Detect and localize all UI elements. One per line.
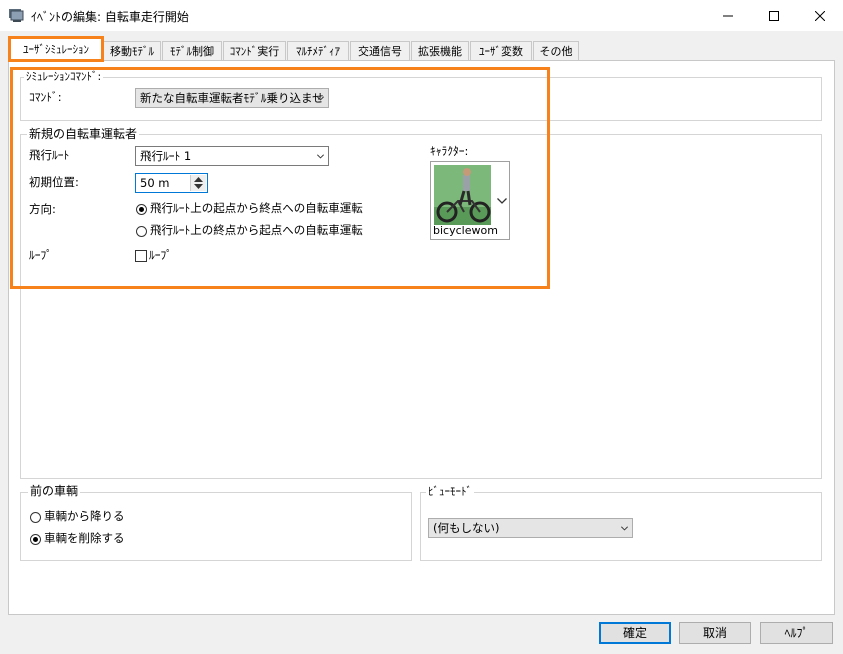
app-icon [9,9,24,22]
tab-movement-model[interactable]: 移動ﾓﾃﾞﾙ [103,41,161,60]
minimize-button[interactable] [705,0,751,31]
tab-command-exec[interactable]: ｺﾏﾝﾄﾞ実行 [223,41,286,60]
view-mode-group-label: ﾋﾞｭｰﾓｰﾄﾞ [426,485,474,498]
tab-multimedia[interactable]: ﾏﾙﾁﾒﾃﾞｨｱ [287,41,349,60]
chevron-down-icon [621,526,628,531]
prev-vehicle-group-label: 前の車輌 [28,484,81,498]
tab-traffic-signal[interactable]: 交通信号 [350,41,410,60]
ok-button[interactable]: 確定 [599,622,671,644]
tab-model-control[interactable]: ﾓﾃﾞﾙ制御 [162,41,222,60]
close-icon [815,10,825,21]
help-button[interactable]: ﾍﾙﾌﾟ [760,622,833,644]
minimize-icon [723,15,733,16]
prev-vehicle-option-exit-label: 車輌から降りる [44,509,125,523]
close-button[interactable] [797,0,843,31]
prev-vehicle-option-delete-label: 車輌を削除する [44,531,125,545]
view-mode-select-value: (何もしない) [433,521,500,535]
title-bar: ｲﾍﾞﾝﾄの編集: 自転車走行開始 [0,0,843,31]
tab-extensions[interactable]: 拡張機能 [411,41,469,60]
tab-user-variables[interactable]: ﾕｰｻﾞ変数 [470,41,532,60]
cancel-button[interactable]: 取消 [679,622,751,644]
highlight-region-outline [10,67,550,289]
highlight-tab-outline [8,36,104,62]
window-title: ｲﾍﾞﾝﾄの編集: 自転車走行開始 [31,10,189,24]
maximize-button[interactable] [751,0,797,31]
prev-vehicle-group [20,492,412,561]
prev-vehicle-radio-delete[interactable] [30,534,41,545]
tab-other[interactable]: その他 [533,41,579,60]
view-mode-select[interactable]: (何もしない) [428,518,633,538]
prev-vehicle-radio-exit[interactable] [30,512,41,523]
maximize-icon [769,10,779,21]
